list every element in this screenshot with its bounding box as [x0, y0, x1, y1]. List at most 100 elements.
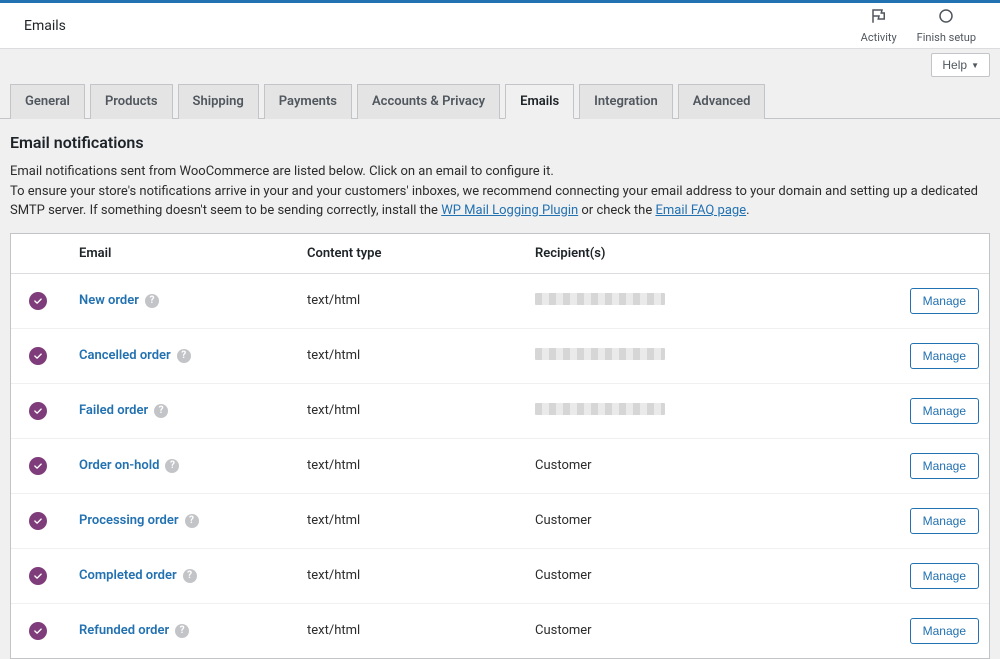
email-link[interactable]: Completed order: [79, 568, 177, 583]
recipients-cell: [525, 383, 899, 438]
help-tooltip-icon[interactable]: ?: [185, 514, 199, 528]
email-link[interactable]: Refunded order: [79, 623, 169, 638]
manage-button[interactable]: Manage: [910, 288, 979, 314]
tab-emails[interactable]: Emails: [505, 84, 574, 119]
action-cell: Manage: [899, 438, 989, 493]
email-faq-link[interactable]: Email FAQ page: [655, 203, 746, 218]
status-enabled-icon: [29, 567, 47, 585]
table-row: Processing order?text/htmlCustomerManage: [11, 493, 989, 548]
email-name-cell: Order on-hold?: [69, 438, 297, 493]
manage-button[interactable]: Manage: [910, 508, 979, 534]
content-area: Email notifications Email notifications …: [0, 119, 1000, 659]
help-tooltip-icon[interactable]: ?: [165, 459, 179, 473]
circle-icon: [937, 7, 955, 29]
action-cell: Manage: [899, 603, 989, 658]
section-description: Email notifications sent from WooCommerc…: [10, 162, 990, 221]
table-row: Order on-hold?text/htmlCustomerManage: [11, 438, 989, 493]
table-row: Refunded order?text/htmlCustomerManage: [11, 603, 989, 658]
desc-line1: Email notifications sent from WooCommerc…: [10, 164, 554, 179]
help-tooltip-icon[interactable]: ?: [177, 349, 191, 363]
email-link[interactable]: Processing order: [79, 513, 179, 528]
help-tooltip-icon[interactable]: ?: [183, 569, 197, 583]
page-header: Emails Activity Finish setup: [0, 3, 1000, 49]
col-recipients-header: Recipient(s): [525, 234, 899, 274]
status-cell: [11, 493, 69, 548]
status-enabled-icon: [29, 512, 47, 530]
desc-line2b: or check the: [578, 203, 655, 218]
redacted-recipient: [535, 403, 665, 415]
status-cell: [11, 438, 69, 493]
manage-button[interactable]: Manage: [910, 563, 979, 589]
email-name-cell: Cancelled order?: [69, 328, 297, 383]
status-cell: [11, 328, 69, 383]
manage-button[interactable]: Manage: [910, 398, 979, 424]
table-row: New order?text/htmlManage: [11, 273, 989, 328]
help-tooltip-icon[interactable]: ?: [145, 294, 159, 308]
manage-button[interactable]: Manage: [910, 453, 979, 479]
finish-setup-label: Finish setup: [917, 31, 976, 44]
help-row: Help ▼: [0, 49, 1000, 77]
tab-payments[interactable]: Payments: [264, 84, 352, 119]
activity-label: Activity: [861, 31, 897, 44]
flag-icon: [870, 7, 888, 29]
tab-products[interactable]: Products: [90, 84, 173, 119]
status-enabled-icon: [29, 347, 47, 365]
recipients-cell: Customer: [525, 438, 899, 493]
help-button-label: Help: [942, 58, 967, 72]
tab-advanced[interactable]: Advanced: [678, 84, 766, 119]
content-type-cell: text/html: [297, 328, 525, 383]
action-cell: Manage: [899, 493, 989, 548]
content-type-cell: text/html: [297, 438, 525, 493]
status-cell: [11, 603, 69, 658]
desc-line2c: .: [746, 203, 749, 218]
content-type-cell: text/html: [297, 273, 525, 328]
help-tooltip-icon[interactable]: ?: [175, 624, 189, 638]
status-enabled-icon: [29, 292, 47, 310]
chevron-down-icon: ▼: [971, 61, 979, 70]
action-cell: Manage: [899, 273, 989, 328]
status-enabled-icon: [29, 457, 47, 475]
col-action-header: [899, 234, 989, 274]
finish-setup-button[interactable]: Finish setup: [917, 7, 976, 44]
col-email-header: Email: [69, 234, 297, 274]
recipients-cell: Customer: [525, 548, 899, 603]
content-type-cell: text/html: [297, 548, 525, 603]
table-row: Failed order? text/html Manage: [11, 383, 989, 438]
email-link[interactable]: Cancelled order: [79, 348, 171, 363]
page-title: Emails: [24, 18, 66, 34]
email-name-cell: Refunded order?: [69, 603, 297, 658]
manage-button[interactable]: Manage: [910, 343, 979, 369]
activity-button[interactable]: Activity: [861, 7, 897, 44]
email-table: Email Content type Recipient(s) New orde…: [11, 234, 989, 658]
help-tooltip-icon[interactable]: ?: [154, 404, 168, 418]
tab-integration[interactable]: Integration: [579, 84, 673, 119]
settings-tabs: GeneralProductsShippingPaymentsAccounts …: [0, 83, 1000, 119]
email-name-cell: New order?: [69, 273, 297, 328]
col-status-header: [11, 234, 69, 274]
email-name-cell: Processing order?: [69, 493, 297, 548]
recipients-cell: Customer: [525, 493, 899, 548]
action-cell: Manage: [899, 548, 989, 603]
email-link[interactable]: Failed order: [79, 403, 148, 418]
table-row: Cancelled order?text/htmlManage: [11, 328, 989, 383]
status-cell: [11, 383, 69, 438]
action-cell: Manage: [899, 328, 989, 383]
recipients-cell: Customer: [525, 603, 899, 658]
col-content-type-header: Content type: [297, 234, 525, 274]
help-button[interactable]: Help ▼: [931, 53, 990, 77]
email-link[interactable]: Order on-hold: [79, 458, 159, 473]
redacted-recipient: [535, 293, 665, 305]
email-link[interactable]: New order: [79, 293, 139, 308]
content-type-cell: text/html: [297, 383, 525, 438]
content-type-cell: text/html: [297, 603, 525, 658]
wp-mail-logging-link[interactable]: WP Mail Logging Plugin: [441, 203, 578, 218]
status-enabled-icon: [29, 402, 47, 420]
tab-shipping[interactable]: Shipping: [178, 84, 259, 119]
content-type-cell: text/html: [297, 493, 525, 548]
manage-button[interactable]: Manage: [910, 618, 979, 644]
tab-general[interactable]: General: [10, 84, 85, 119]
tab-accounts-privacy[interactable]: Accounts & Privacy: [357, 84, 500, 119]
recipients-cell: [525, 273, 899, 328]
recipients-cell: [525, 328, 899, 383]
status-cell: [11, 548, 69, 603]
